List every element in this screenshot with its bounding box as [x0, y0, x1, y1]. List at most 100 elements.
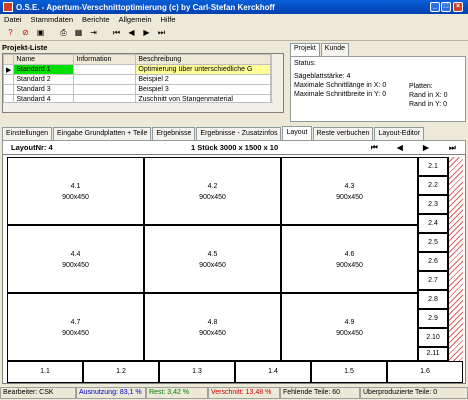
tab-layout-editor[interactable]: Layout-Editor	[374, 127, 425, 140]
plates-label: Platten:	[409, 83, 433, 90]
horizontal-scrollbar[interactable]	[3, 102, 273, 112]
piece[interactable]: 4.4 900x450	[7, 225, 144, 293]
bottom-strip[interactable]: 1.6	[387, 361, 463, 383]
row-name[interactable]: Standard 3	[13, 84, 75, 95]
waste-area	[448, 157, 463, 361]
title-bar: O.S.E. - Apertum-Verschnittoptimierung (…	[0, 0, 468, 14]
strip-piece[interactable]: 2.11	[418, 347, 448, 361]
main-tabs: Einstellungen Eingabe Grundplatten + Tei…	[2, 126, 466, 140]
col-name[interactable]: Name	[13, 54, 75, 65]
menu-allgemein[interactable]: Allgemein	[119, 15, 152, 24]
edge-y: Rand in Y: 0	[409, 101, 448, 108]
print-icon[interactable]: ⎙	[57, 26, 70, 39]
save-icon[interactable]: ▣	[34, 26, 47, 39]
saw-width: Sägeblattstärke: 4	[294, 73, 351, 80]
piece[interactable]: 4.2 900x450	[144, 157, 281, 225]
tab-projekt[interactable]: Projekt	[290, 43, 320, 56]
layout-number: LayoutNr: 4	[11, 143, 53, 152]
layout-canvas[interactable]: 4.1 900x450 4.2 900x450 4.3 900x450 4.4 …	[2, 154, 466, 384]
bottom-strip[interactable]: 1.3	[159, 361, 235, 383]
status-user: Bearbeiter: CSK	[0, 387, 76, 399]
project-list-label: Projekt-Liste	[2, 43, 48, 52]
prev-layout-icon[interactable]: ◀	[397, 143, 403, 152]
strip-piece[interactable]: 2.5	[418, 233, 448, 252]
row-desc[interactable]: Optimierung über unterschiedliche G	[135, 64, 271, 75]
tab-einstellungen[interactable]: Einstellungen	[2, 127, 53, 140]
row-name[interactable]: Standard 1	[13, 64, 75, 75]
calculate-icon[interactable]: ▦	[72, 26, 85, 39]
row-info[interactable]	[73, 84, 137, 95]
prev-record-icon[interactable]: ◀	[125, 26, 138, 39]
strip-piece[interactable]: 2.2	[418, 176, 448, 195]
col-information[interactable]: Information	[73, 54, 137, 65]
bottom-strip[interactable]: 1.1	[7, 361, 83, 383]
table-row[interactable]: Standard 2 Beispiel 2	[2, 74, 271, 85]
bottom-strip[interactable]: 1.4	[235, 361, 311, 383]
tab-eingabe[interactable]: Eingabe Grundplatten + Teile	[53, 127, 152, 140]
max-cut-x: Maximale Schnittlänge in X: 0	[294, 82, 387, 89]
tab-ergebnisse-zusatzinfos[interactable]: Ergebnisse - Zusatzinfos	[196, 127, 282, 140]
last-record-icon[interactable]: ⏭	[155, 26, 168, 39]
tab-ergebnisse[interactable]: Ergebnisse	[152, 127, 196, 140]
piece[interactable]: 4.5 900x450	[144, 225, 281, 293]
piece[interactable]: 4.6 900x450	[281, 225, 418, 293]
tab-kunde[interactable]: Kunde	[320, 43, 350, 56]
next-layout-icon[interactable]: ▶	[423, 143, 429, 152]
status-usage: Ausnutzung: 83,1 %	[76, 387, 146, 399]
menu-stammdaten[interactable]: Stammdaten	[31, 15, 74, 24]
exit-icon[interactable]: ⇥	[87, 26, 100, 39]
tab-layout[interactable]: Layout	[282, 126, 312, 140]
piece[interactable]: 4.3 900x450	[281, 157, 418, 225]
status-label: Status:	[294, 60, 316, 67]
close-button[interactable]: ×	[453, 2, 463, 12]
project-status-box: Status: Sägeblattstärke: 4 Maximale Schn…	[290, 56, 466, 122]
strip-piece[interactable]: 2.7	[418, 271, 448, 290]
strip-piece[interactable]: 2.8	[418, 290, 448, 309]
project-list-panel: Projekt-Liste Name Information Beschreib…	[2, 43, 286, 125]
piece[interactable]: 4.1 900x450	[7, 157, 144, 225]
app-icon	[3, 2, 13, 12]
row-info[interactable]	[73, 74, 137, 85]
strip-piece[interactable]: 2.4	[418, 214, 448, 233]
maximize-button[interactable]: □	[441, 2, 451, 12]
row-name[interactable]: Standard 2	[13, 74, 75, 85]
col-beschreibung[interactable]: Beschreibung	[135, 54, 271, 65]
menu-datei[interactable]: Datei	[4, 15, 22, 24]
tab-reste-verbuchen[interactable]: Reste verbuchen	[312, 127, 374, 140]
menu-hilfe[interactable]: Hilfe	[161, 15, 176, 24]
piece[interactable]: 4.7 900x450	[7, 293, 144, 361]
stop-icon[interactable]: ⊘	[19, 26, 32, 39]
layout-summary: 1 Stück 3000 x 1500 x 10	[191, 143, 279, 152]
row-info[interactable]	[73, 64, 137, 75]
status-bar: Bearbeiter: CSK Ausnutzung: 83,1 % Rest:…	[0, 386, 468, 400]
piece[interactable]: 4.9 900x450	[281, 293, 418, 361]
bottom-strip[interactable]: 1.5	[311, 361, 387, 383]
table-row[interactable]: ▶ Standard 1 Optimierung über unterschie…	[2, 64, 271, 75]
menu-berichte[interactable]: Berichte	[82, 15, 110, 24]
row-desc[interactable]: Beispiel 2	[135, 74, 271, 85]
project-grid: Name Information Beschreibung ▶ Standard…	[2, 53, 284, 113]
status-overproduced: Überproduzierte Teile: 0	[360, 387, 468, 399]
window-title: O.S.E. - Apertum-Verschnittoptimierung (…	[16, 2, 275, 12]
strip-piece[interactable]: 2.10	[418, 328, 448, 347]
strip-piece[interactable]: 2.1	[418, 157, 448, 176]
toolbar: ? ⊘ ▣ ⎙ ▦ ⇥ ⏮ ◀ ▶ ⏭	[0, 25, 468, 41]
next-record-icon[interactable]: ▶	[140, 26, 153, 39]
minimize-button[interactable]: _	[430, 2, 440, 12]
status-rest: Rest: 3,42 %	[146, 387, 208, 399]
edge-x: Rand in X: 0	[409, 92, 448, 99]
project-info-panel: Projekt Kunde Status: Sägeblattstärke: 4…	[290, 43, 466, 123]
strip-piece[interactable]: 2.6	[418, 252, 448, 271]
strip-piece[interactable]: 2.3	[418, 195, 448, 214]
first-layout-icon[interactable]: ⏮	[371, 143, 378, 153]
menu-bar: Datei Stammdaten Berichte Allgemein Hilf…	[0, 14, 468, 25]
status-waste: Verschnitt: 13,48 %	[208, 387, 280, 399]
first-record-icon[interactable]: ⏮	[110, 26, 123, 39]
strip-piece[interactable]: 2.9	[418, 309, 448, 328]
piece[interactable]: 4.8 900x450	[144, 293, 281, 361]
bottom-strip[interactable]: 1.2	[83, 361, 159, 383]
last-layout-icon[interactable]: ⏭	[449, 143, 456, 153]
row-desc[interactable]: Beispiel 3	[135, 84, 271, 95]
help-icon[interactable]: ?	[4, 26, 17, 39]
table-row[interactable]: Standard 3 Beispiel 3	[2, 84, 271, 95]
